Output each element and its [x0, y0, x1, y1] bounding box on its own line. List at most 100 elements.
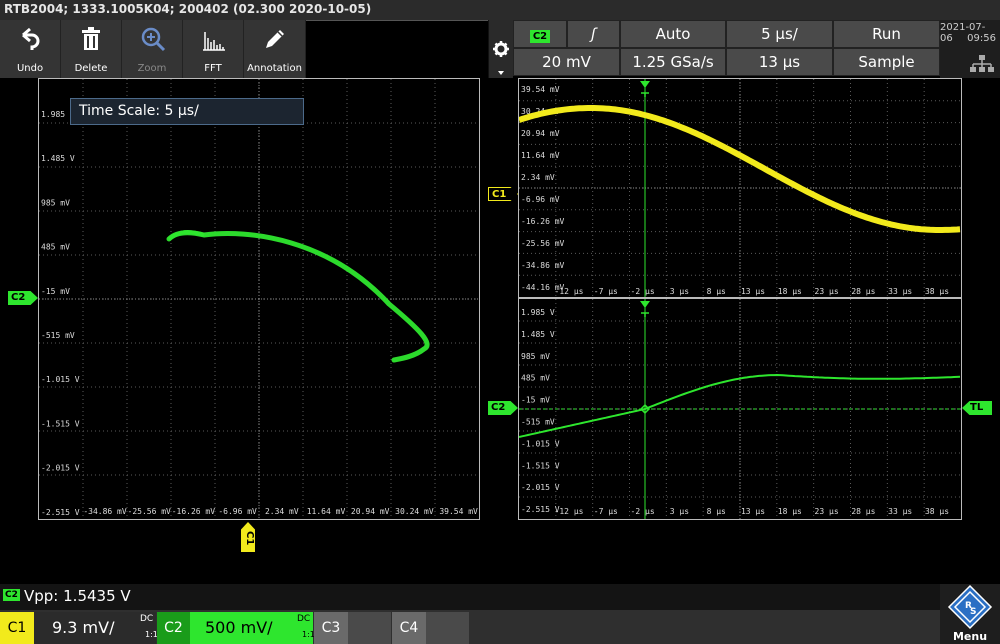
c2-scale: 500 mV/	[205, 618, 273, 637]
run-state-cell[interactable]: Run	[833, 20, 940, 48]
xy-x-tick-label: 2.34 mV	[265, 507, 299, 516]
annotation-label: Annotation	[247, 63, 302, 74]
trash-icon	[82, 27, 100, 50]
trigger-position-cell[interactable]: 13 µs	[726, 48, 833, 76]
xy-c1-offset-marker[interactable]: C1	[241, 522, 255, 552]
c1-y-tick-label: 2.34 mV	[521, 173, 555, 182]
c1-y-tick-label: -16.26 mV	[521, 217, 565, 226]
c1-probe: 1:1	[145, 630, 158, 639]
xy-y-tick-label: -515 mV	[41, 331, 75, 340]
xy-x-tick-label: 11.64 mV	[307, 507, 346, 516]
xy-y-tick-label: 985 mV	[41, 198, 70, 207]
xy-y-tick-label: -15 mV	[41, 287, 70, 296]
c1-y-tick-label: 11.64 mV	[521, 151, 560, 160]
c1-x-tick-label: -7 µs	[594, 287, 618, 296]
c1-x-tick-label: 38 µs	[925, 287, 949, 296]
xy-y-tick-label: -1.515 V	[41, 419, 80, 428]
title-bar: RTB2004; 1333.1005K04; 200402 (02.300 20…	[0, 0, 1000, 21]
window-title: RTB2004; 1333.1005K04; 200402 (02.300 20…	[4, 2, 372, 16]
channel-c4-tab[interactable]: C4	[392, 612, 469, 644]
date-time-panel: 2021-07-06 09:56	[940, 20, 1000, 78]
c2-probe: 1:1	[302, 630, 315, 639]
time-scale-cell[interactable]: 5 µs/	[726, 20, 833, 48]
c1-coupling: DC	[140, 614, 154, 624]
c2-y-tick-label: -2.015 V	[521, 483, 560, 492]
c2-plot-canvas: 1.985 V 1.485 V 985 mV 485 mV -15 mV -515 mV -…	[519, 299, 961, 519]
menu-button[interactable]: R S Menu	[940, 584, 1000, 644]
c2-y-tick-label: 1.985 V	[521, 308, 555, 317]
pencil-icon	[266, 30, 284, 48]
c2-x-tick-label: 33 µs	[888, 507, 912, 516]
channel-c3-tab[interactable]: C3	[314, 612, 391, 644]
time-scale-info-box: Time Scale: 5 µs/	[70, 98, 304, 125]
c2-waveform-plot[interactable]: 1.985 V 1.485 V 985 mV 485 mV -15 mV -515 mV -…	[518, 298, 962, 520]
xy-c2-offset-marker[interactable]: C2	[8, 291, 38, 305]
c1-x-tick-label: 3 µs	[670, 287, 689, 296]
c1-x-tick-label: -2 µs	[631, 287, 655, 296]
c1-x-tick-label: 18 µs	[778, 287, 802, 296]
zoom-button[interactable]: Zoom	[122, 20, 183, 78]
c1-y-tick-label: -6.96 mV	[521, 195, 560, 204]
channel-c1-tab[interactable]: C1 9.3 mV/ DC 1:1	[0, 612, 158, 644]
c2-coupling: DC	[297, 614, 311, 624]
xy-c1-marker-label: C1	[244, 531, 255, 546]
xy-x-tick-label: 20.94 mV	[351, 507, 390, 516]
undo-button[interactable]: Undo	[0, 20, 61, 78]
fft-button[interactable]: FFT	[183, 20, 244, 78]
trigger-mode-cell[interactable]: Auto	[620, 20, 726, 48]
measurement-bar: C2 Vpp: 1.5435 V	[0, 584, 1000, 610]
c1-y-tick-label: -25.56 mV	[521, 239, 565, 248]
xy-y-tick-label: -2.015 V	[41, 464, 80, 473]
trigger-slope-cell[interactable]: ʃ	[567, 20, 620, 48]
c2-offset-marker[interactable]: C2	[488, 401, 518, 415]
undo-icon	[22, 27, 40, 50]
fft-icon	[203, 32, 225, 51]
c4-label: C4	[392, 612, 426, 644]
c2-label: C2	[157, 612, 190, 644]
c2-y-tick-label: -1.015 V	[521, 439, 560, 448]
trigger-level-cell[interactable]: 20 mV	[513, 48, 620, 76]
time-label: 09:56	[967, 33, 996, 44]
toolbar: Undo Delete Zoom FFT Annotation	[0, 20, 306, 78]
c2-x-tick-label: 18 µs	[778, 507, 802, 516]
c1-x-tick-label: 23 µs	[815, 287, 839, 296]
sample-rate-cell[interactable]: 1.25 GSa/s	[620, 48, 726, 76]
c1-x-tick-label: -12 µs	[555, 287, 584, 296]
acquisition-mode-cell[interactable]: Sample	[833, 48, 940, 76]
c1-x-tick-label: 33 µs	[888, 287, 912, 296]
c1-offset-marker[interactable]: C1	[488, 187, 518, 201]
delete-label: Delete	[74, 63, 108, 74]
xy-x-tick-label: -16.26 mV	[172, 507, 216, 516]
zoom-label: Zoom	[137, 63, 167, 74]
xy-trace	[166, 230, 430, 363]
network-icon	[970, 55, 994, 72]
c2-x-tick-label: -7 µs	[594, 507, 618, 516]
c2-x-tick-label: 8 µs	[707, 507, 726, 516]
c1-waveform-plot[interactable]: 39.54 mV 30.24 mV 20.94 mV 11.64 mV 2.34 mV -…	[518, 78, 962, 298]
c2-x-tick-label: -2 µs	[631, 507, 655, 516]
c2-trigger-t-marker	[641, 312, 649, 317]
c2-x-tick-label: -12 µs	[555, 507, 584, 516]
annotation-button[interactable]: Annotation	[244, 20, 306, 78]
channel-c2-tab[interactable]: C2 500 mV/ DC 1:1	[157, 612, 315, 644]
measurement-value: Vpp: 1.5435 V	[24, 587, 131, 605]
c2-trigger-position-marker	[640, 301, 650, 308]
trigger-source-cell[interactable]: C2	[513, 20, 567, 48]
trigger-level-marker[interactable]: TL	[962, 401, 992, 415]
delete-button[interactable]: Delete	[61, 20, 122, 78]
c1-y-tick-label: 20.94 mV	[521, 129, 560, 138]
c2-y-tick-label: -15 mV	[521, 396, 550, 405]
c3-label: C3	[314, 612, 348, 644]
c2-y-tick-label: -515 mV	[521, 418, 555, 427]
c1-x-tick-label: 8 µs	[707, 287, 726, 296]
c2-y-tick-label: 485 mV	[521, 374, 550, 383]
measurement-channel-badge: C2	[3, 589, 20, 601]
c2-y-tick-label: 1.485 V	[521, 330, 555, 339]
c1-label: C1	[0, 612, 34, 644]
menu-label: Menu	[952, 630, 988, 643]
settings-button[interactable]	[488, 20, 513, 78]
gear-icon	[493, 41, 509, 75]
xy-plot-area[interactable]: 1.985 V 1.485 V 985 mV 485 mV -15 mV -515 mV -…	[38, 78, 480, 520]
xy-plot-canvas: 1.985 V1.485 V985 mV485 mV-15 mV-515 mV-…	[39, 79, 479, 519]
c2-y-tick-label: 985 mV	[521, 352, 550, 361]
